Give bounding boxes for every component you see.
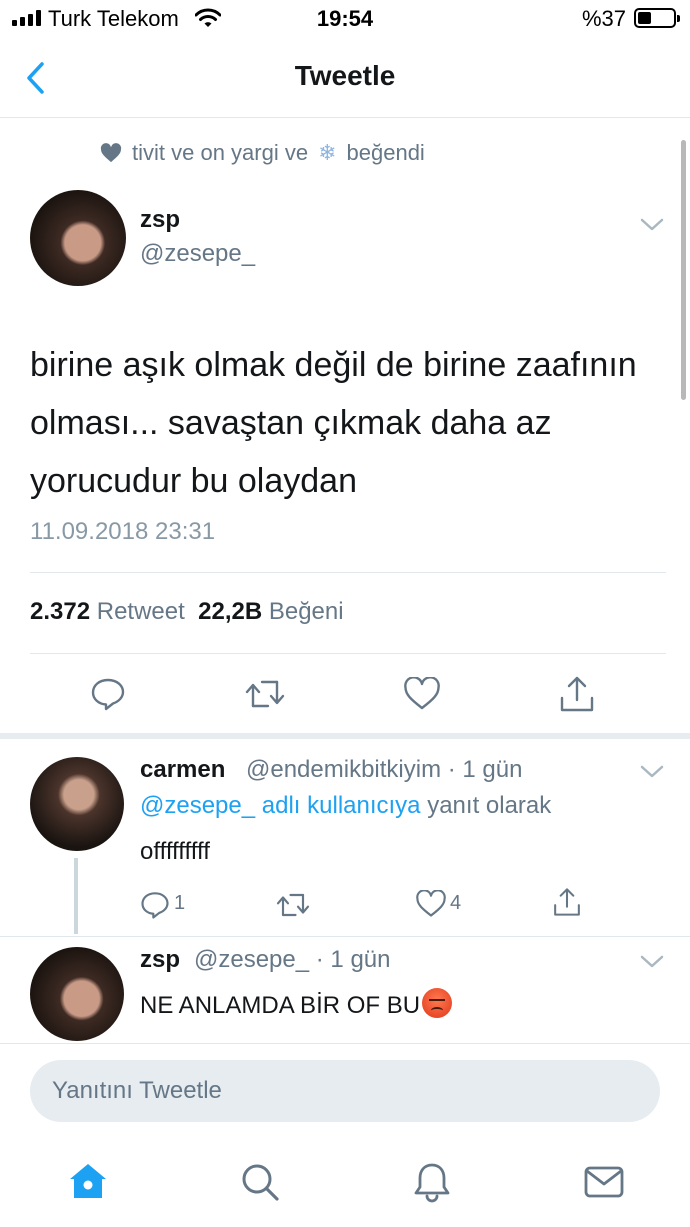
author-name[interactable]: zsp — [140, 206, 180, 234]
search-icon[interactable] — [238, 1160, 282, 1204]
reply-count: 1 — [174, 892, 186, 914]
chevron-down-icon[interactable] — [640, 218, 664, 232]
mail-icon[interactable] — [582, 1160, 626, 1204]
heart-outline-icon[interactable] — [403, 677, 441, 711]
snowflake-icon: ❄ — [318, 140, 337, 165]
retweet-label[interactable]: Retweet — [97, 598, 185, 625]
battery-fill — [638, 12, 651, 24]
avatar[interactable] — [30, 757, 124, 851]
battery-percent: %37 — [581, 6, 626, 31]
angry-face-emoji-icon — [422, 988, 453, 1018]
tweet-stats: 2.372 Retweet 22,2B Beğeni — [30, 598, 344, 626]
reply-text: offfffffff — [140, 838, 210, 865]
reply-to-suffix: yanıt olarak — [427, 792, 552, 819]
reply-icon[interactable] — [90, 676, 126, 712]
chevron-down-icon[interactable] — [640, 955, 664, 969]
reply-text-wrapper: NE ANLAMDA BİR OF BU — [140, 988, 453, 1020]
replying-to: @zesepe_ adlı kullanıcıya yanıt olarak — [140, 792, 551, 820]
share-icon[interactable] — [552, 886, 582, 918]
reply-text: NE ANLAMDA BİR OF BU — [140, 992, 421, 1019]
page-title: Tweetle — [294, 60, 396, 91]
like-label[interactable]: Beğeni — [269, 598, 344, 625]
thread-line — [74, 858, 78, 934]
retweet-count[interactable]: 2.372 — [30, 598, 90, 625]
like-count[interactable]: 22,2B — [198, 598, 262, 625]
liked-by-suffix: beğendi — [346, 140, 425, 165]
retweet-icon[interactable] — [275, 890, 311, 920]
liked-by-text: tivit ve on yargi ve — [132, 140, 309, 165]
section-separator — [0, 733, 690, 739]
heart-icon — [100, 143, 122, 163]
divider — [30, 572, 666, 573]
author-handle[interactable]: @zesepe_ — [140, 240, 255, 268]
share-icon[interactable] — [558, 674, 596, 714]
reply-mention-link[interactable]: @zesepe_ adlı kullanıcıya — [140, 792, 421, 819]
avatar[interactable] — [30, 947, 124, 1041]
scrollbar[interactable] — [681, 140, 686, 400]
status-bar: Turk Telekom 19:54 %37 — [0, 0, 690, 40]
divider — [0, 936, 690, 937]
chevron-down-icon[interactable] — [640, 765, 664, 779]
avatar[interactable] — [30, 190, 126, 286]
divider — [30, 653, 666, 654]
like-count: 4 — [450, 892, 462, 914]
reply-icon[interactable] — [140, 890, 170, 920]
reply-author-name[interactable]: zsp — [140, 946, 180, 974]
reply-compose-input[interactable]: Yanıtını Tweetle — [30, 1060, 660, 1122]
reply-author-name[interactable]: carmen — [140, 756, 225, 784]
reply-author-meta[interactable]: @zesepe_ · 1 gün — [194, 946, 391, 974]
retweet-icon[interactable] — [244, 676, 286, 712]
tweet-text: birine aşık olmak değil de birine zaafın… — [30, 346, 637, 500]
heart-outline-icon[interactable] — [415, 890, 447, 918]
tweet-timestamp: 11.09.2018 23:31 — [30, 518, 216, 545]
nav-bar: Tweetle — [0, 40, 690, 118]
home-icon[interactable] — [66, 1160, 110, 1204]
reply-author-meta[interactable]: @endemikbitkiyim · 1 gün — [246, 756, 522, 784]
bell-icon[interactable] — [410, 1160, 454, 1204]
battery-icon — [634, 8, 680, 28]
liked-by-context[interactable]: tivit ve on yargi ve ❄ beğendi — [100, 140, 425, 166]
